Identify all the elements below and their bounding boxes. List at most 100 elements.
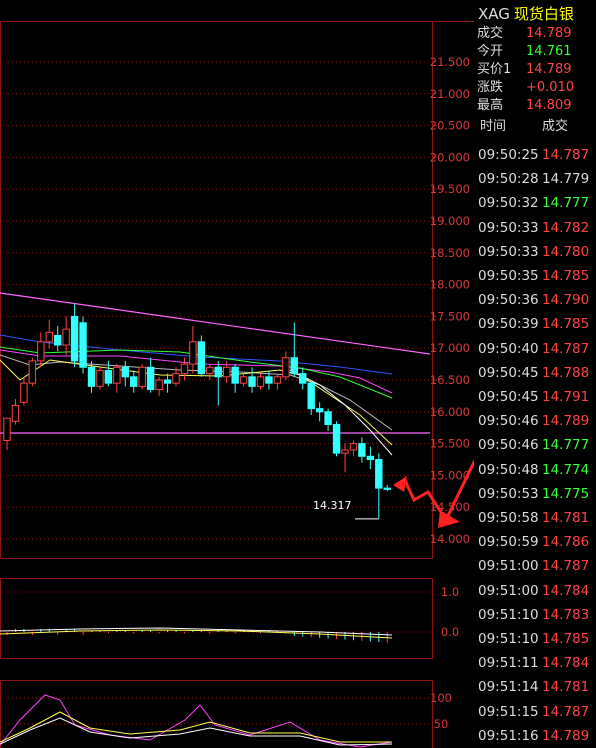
tick-row: 09:50:33 14.780 [478,240,589,264]
kline-chart[interactable]: 21.500 21.000 20.500 20.000 19.500 19.000 18.5… [0,0,474,748]
tick-time: 09:50:28 [478,171,539,188]
price-tick-label: 20.500 [430,119,470,133]
tick-price: 14.788 [542,364,590,381]
tick-row: 09:50:33 14.782 [478,216,589,240]
tick-time: 09:50:45 [478,389,539,405]
candle-down [265,376,273,384]
tick-time: 09:51:10 [478,606,539,623]
price-tick-label: 19.000 [430,214,470,228]
tick-row: 09:50:53 14.775 [478,482,589,506]
candle-up [206,366,214,375]
candle-up [239,376,248,384]
candle-down [54,334,62,346]
tick-time: 09:51:00 [478,558,539,575]
tick-row: 09:51:14 14.781 [478,675,589,699]
candle-up [189,341,197,365]
kdj-tick-label: 50 [434,717,449,731]
quote-title: XAG 现货白银 [478,3,574,24]
quote-value: +0.010 [526,80,575,95]
quote-row: 买价1 14.789 [477,61,572,79]
tick-time: 09:50:58 [478,510,539,526]
candle-up [20,382,28,403]
candle-down [104,369,113,384]
candle-down [121,366,129,378]
price-tick-label: 17.000 [430,341,470,355]
tick-row: 09:51:00 14.787 [478,554,589,578]
quote-row: 涨跌 +0.010 [477,79,574,97]
tick-time: 09:51:16 [478,727,539,744]
tick-row: 09:50:36 14.790 [478,288,589,312]
tick-time: 09:50:53 [478,485,539,502]
macd-dea-line [0,629,393,639]
tick-row: 09:50:35 14.785 [478,264,589,288]
candle-down [231,366,239,384]
candle-up [180,363,189,375]
tick-price: 14.787 [542,703,590,720]
candle-up [113,366,121,384]
tick-row: 09:50:46 14.777 [478,433,589,457]
tick-price: 14.787 [542,340,590,357]
quote-label: 成交 [477,26,504,41]
quote-row: 今开 14.761 [477,43,572,61]
price-tick-label: 15.500 [430,437,470,451]
tick-row: 09:50:45 14.791 [478,385,589,409]
tick-row: 09:50:46 14.789 [478,409,589,433]
tick-price: 14.787 [542,558,590,575]
tick-row: 09:50:58 14.781 [478,506,589,530]
candle-down [146,366,155,391]
tick-time: 09:50:46 [478,437,539,454]
tick-price: 14.782 [542,219,590,236]
candle-up [349,443,358,451]
candle-down [375,459,383,489]
price-tick-label: 16.500 [430,373,470,387]
macd-tick-label: 1.0 [441,585,459,599]
tick-price: 14.781 [542,510,590,526]
kdj-pane-border [0,680,433,748]
tick-time: 09:51:10 [478,631,539,647]
candle-down [366,455,375,461]
candle-down [130,376,138,387]
candle-up [45,331,53,343]
macd-tick-label: 0.0 [441,625,459,639]
tick-time: 09:50:46 [478,413,539,430]
tick-price: 14.789 [542,413,590,430]
quote-value: 14.789 [526,62,572,77]
tick-price: 14.777 [542,437,590,454]
tick-row: 09:51:15 14.787 [478,700,589,724]
price-tick-label: 19.500 [430,182,470,196]
tick-price: 14.786 [542,534,590,551]
tick-row: 09:51:11 14.784 [478,651,589,675]
tick-time: 09:50:39 [478,316,539,333]
tick-time: 09:51:00 [478,582,539,599]
candle-up [3,417,11,441]
candle-down [299,373,307,384]
candle-down [79,322,87,368]
tick-time: 09:50:35 [478,268,539,284]
tick-time: 09:50:25 [478,147,539,163]
candle-down [214,366,222,378]
tick-row: 09:50:40 14.787 [478,337,589,361]
quote-row: 最高 14.809 [477,97,572,115]
candle-down [70,315,79,362]
candle-up [172,373,180,384]
tick-row: 09:51:00 14.784 [478,579,589,603]
tick-price: 14.775 [542,485,590,502]
tick-price: 14.783 [542,606,590,623]
tick-time: 09:50:45 [478,364,539,381]
kdj-d-line [0,711,392,743]
candle-down [87,366,96,387]
tick-row: 09:51:16 14.789 [478,724,589,748]
tick-time: 09:50:33 [478,219,539,236]
price-tick-label: 18.000 [430,278,470,292]
candle-up [37,341,45,362]
candle-up [138,366,146,387]
tick-time: 09:50:40 [478,340,539,357]
tick-time: 09:50:32 [478,195,539,212]
tick-time: 09:50:59 [478,534,539,551]
candle-down [290,357,299,375]
candle-up [256,376,265,387]
tick-price: 14.774 [542,461,590,478]
candle-up [11,404,20,422]
price-tick-label: 17.500 [430,309,470,323]
tick-time: 09:50:33 [478,243,539,260]
